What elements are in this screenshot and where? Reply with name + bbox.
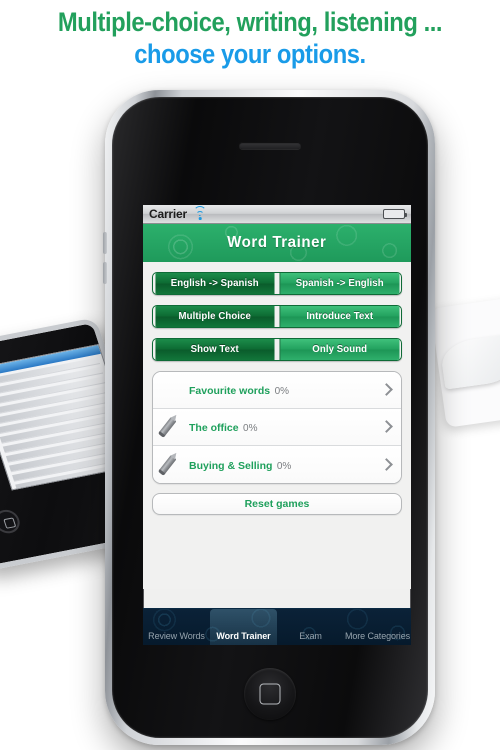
status-bar: Carrier [143,205,411,224]
main-content: English -> Spanish Spanish -> English Mu… [143,262,411,589]
segment-english-to-spanish[interactable]: English -> Spanish [155,273,275,294]
app-titlebar: Word Trainer [143,224,411,262]
row-icon-placeholder [159,377,185,403]
list-item-title: Favourite words [189,385,271,397]
list-item-title: Buying & Selling [189,459,273,472]
battery-icon [383,209,407,219]
volume-down-button[interactable] [103,262,107,284]
segment-only-sound[interactable]: Only Sound [278,339,399,360]
screenshot-stage: Multiple-choice, writing, listening ... … [0,0,500,750]
headline-line-1: Multiple-choice, writing, listening ... [57,7,443,37]
iphone-device: Carrier Word Trainer English -> Spanish … [103,90,435,745]
headline-line-2: choose your options. [134,39,366,70]
iphone-screen: Carrier Word Trainer English -> Spanish … [143,205,411,645]
category-list: Favourite words 0% The office 0% Buying … [152,371,402,484]
list-item[interactable]: The office 0% [153,409,401,446]
list-item-progress: 0% [243,423,258,434]
tab-word-trainer[interactable]: Word Trainer [210,609,277,645]
home-button[interactable] [244,668,296,720]
segment-multiple-choice[interactable]: Multiple Choice [155,306,275,327]
segment-show-text[interactable]: Show Text [155,339,275,360]
chevron-right-icon [381,459,393,471]
pencil-icon [158,452,185,478]
carrier-label: Carrier [149,207,187,221]
tab-bar: Review Words Word Trainer Exam More Cate… [143,608,411,645]
list-item-text: Favourite words 0% [185,381,381,399]
list-item[interactable]: Buying & Selling 0% [153,446,401,483]
list-item-progress: 0% [274,386,290,397]
list-item-progress: 0% [276,460,292,472]
chevron-right-icon [381,384,393,396]
segmented-control-direction[interactable]: English -> Spanish Spanish -> English [152,272,402,295]
marketing-headline: Multiple-choice, writing, listening ... … [0,7,500,70]
segmented-control-answer-mode[interactable]: Multiple Choice Introduce Text [152,305,402,328]
tab-exam[interactable]: Exam [277,609,344,645]
ipad-home-button [0,507,23,536]
segmented-control-presentation-mode[interactable]: Show Text Only Sound [152,338,402,361]
page-title: Word Trainer [227,234,327,251]
reset-games-button[interactable]: Reset games [152,493,402,515]
list-item[interactable]: Favourite words 0% [153,372,401,409]
segment-spanish-to-english[interactable]: Spanish -> English [278,273,399,294]
background-device-right [430,292,500,428]
earpiece-speaker-icon [239,142,301,149]
volume-up-button[interactable] [103,232,107,254]
tab-review-words[interactable]: Review Words [143,609,210,645]
list-item-text: Buying & Selling 0% [185,456,381,474]
list-item-title: The office [189,422,239,434]
tab-more-categories[interactable]: More Categories [344,609,411,645]
list-item-text: The office 0% [185,418,381,436]
pencil-icon [158,414,185,440]
chevron-right-icon [381,421,393,433]
wifi-icon [193,205,207,220]
segment-introduce-text[interactable]: Introduce Text [278,306,399,327]
iphone-body: Carrier Word Trainer English -> Spanish … [112,97,428,738]
